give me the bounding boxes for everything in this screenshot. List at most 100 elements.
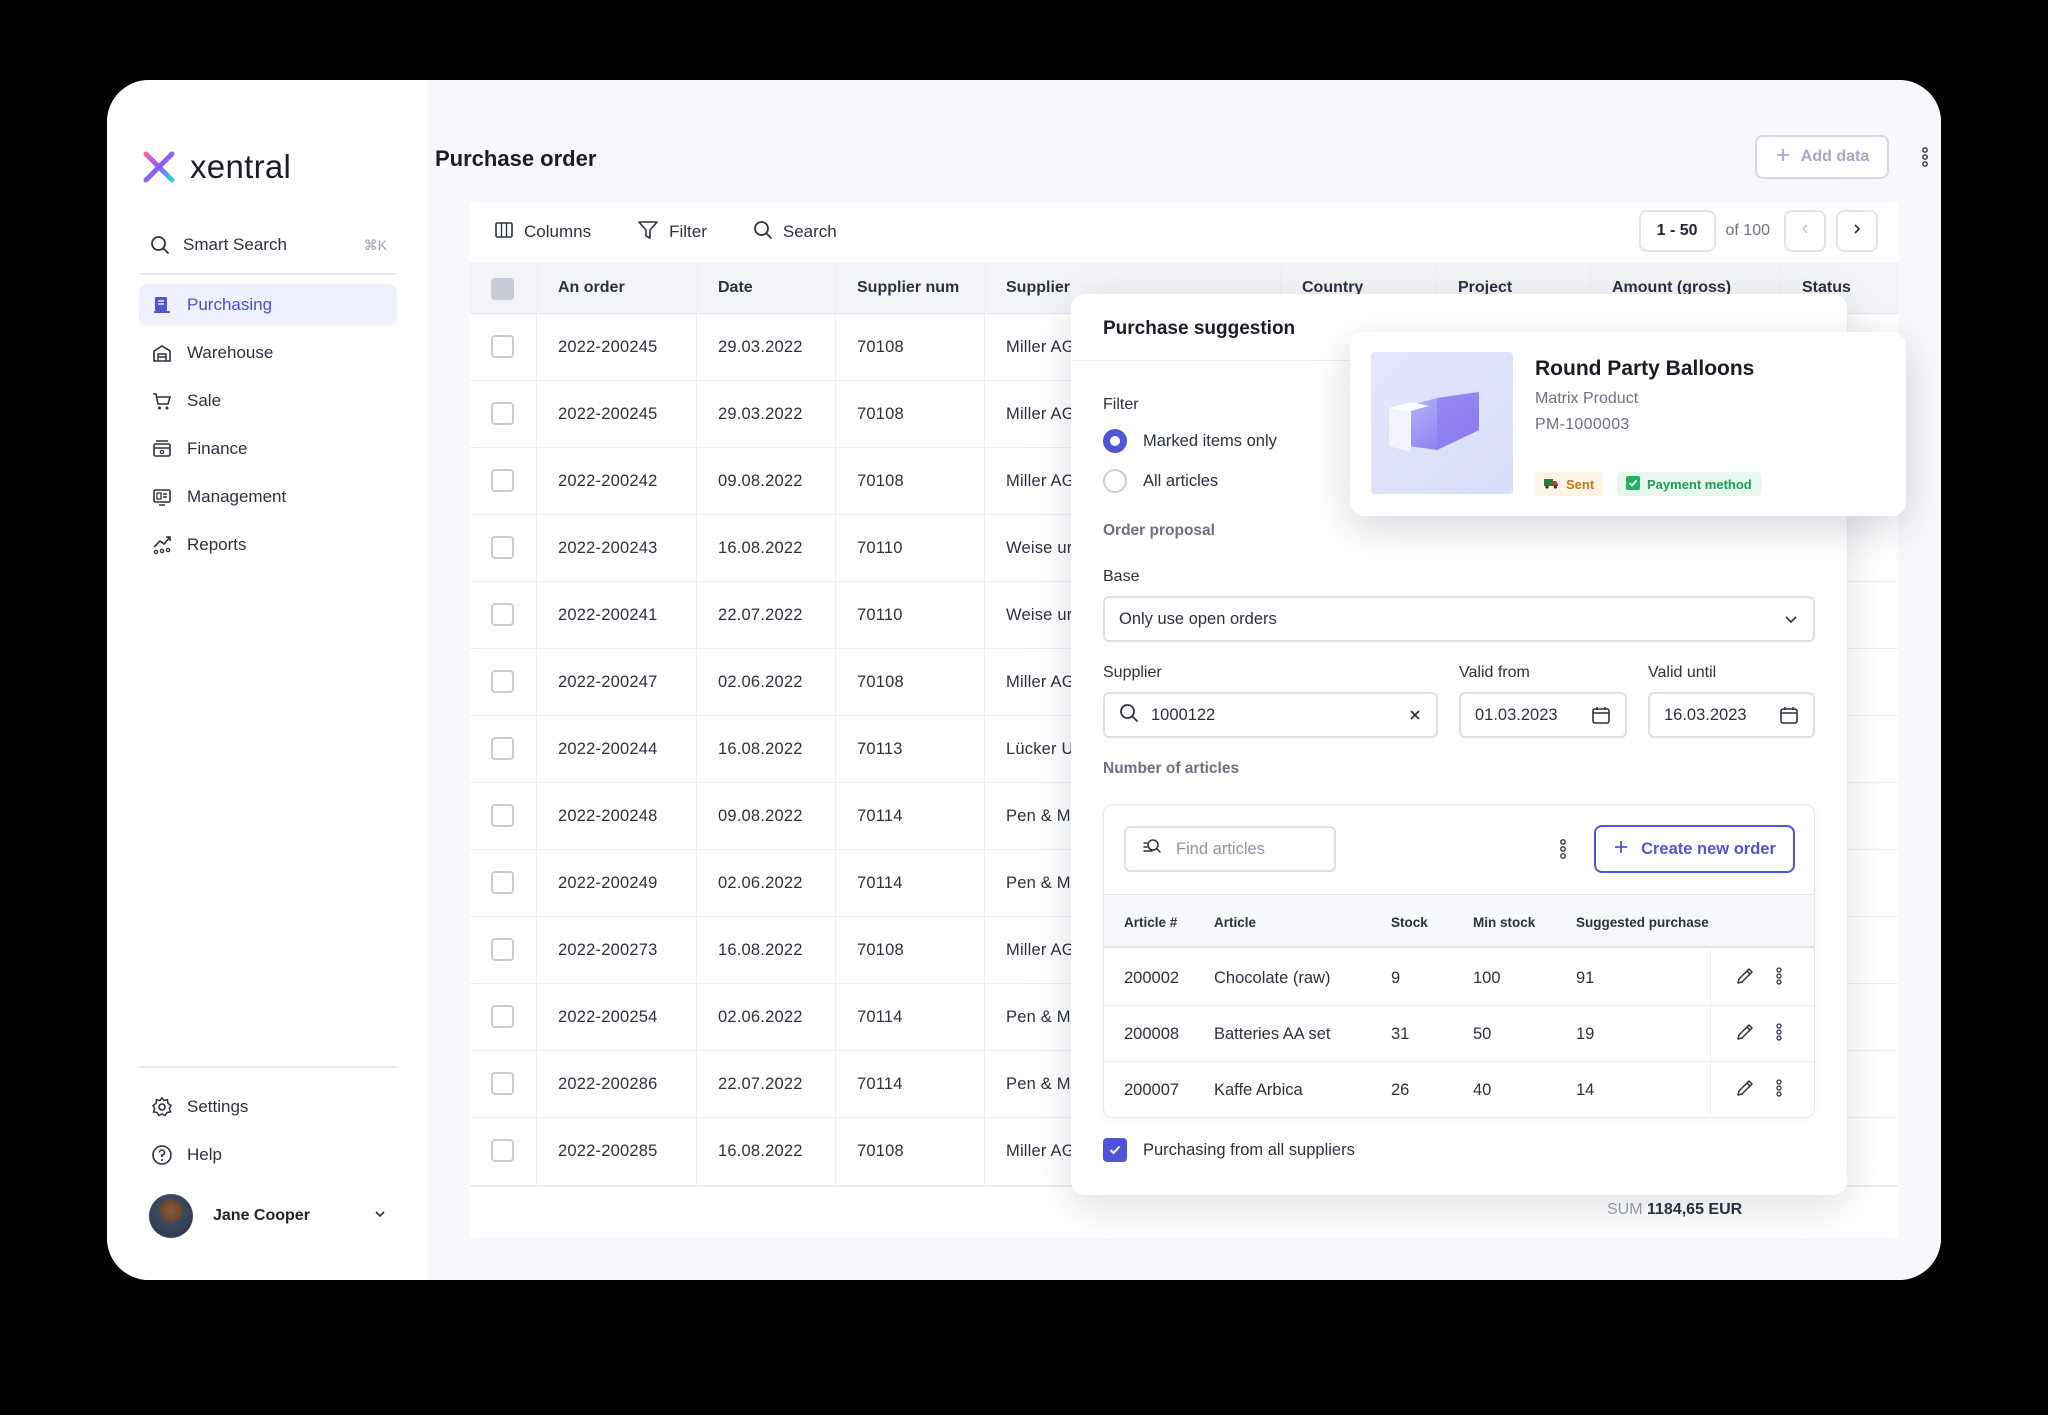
supplier-name: Pen & Mo <box>1006 874 1081 892</box>
article-name: Chocolate (raw) <box>1214 968 1331 987</box>
row-checkbox[interactable] <box>491 804 514 827</box>
calendar-icon[interactable] <box>1591 705 1611 725</box>
base-select[interactable]: Only use open orders <box>1103 596 1815 642</box>
sidebar-item-label: Reports <box>187 535 247 554</box>
sum-value: 1184,65 EUR <box>1647 1201 1743 1218</box>
status-badge-payment: Payment method <box>1617 472 1761 496</box>
prev-page-button[interactable] <box>1784 210 1826 252</box>
columns-button[interactable]: Columns <box>494 220 591 245</box>
base-label: Base <box>1103 568 1140 585</box>
article-row[interactable]: 200008 Batteries AA set 31 50 19 <box>1104 1006 1814 1062</box>
order-number: 2022-200245 <box>558 405 658 423</box>
filter-button[interactable]: Filter <box>637 219 707 246</box>
article-stock: 9 <box>1391 968 1401 987</box>
sidebar-item-help[interactable]: Help <box>139 1134 397 1176</box>
add-data-button[interactable]: Add data <box>1755 135 1889 179</box>
product-image <box>1371 352 1513 494</box>
more-options-icon[interactable] <box>1921 146 1929 173</box>
row-checkbox[interactable] <box>491 1005 514 1028</box>
supplier-name: Pen & Mo <box>1006 807 1081 825</box>
row-checkbox[interactable] <box>491 871 514 894</box>
supplier-number: 70110 <box>857 539 903 557</box>
create-new-order-button[interactable]: Create new order <box>1594 825 1795 873</box>
create-new-order-label: Create new order <box>1641 839 1776 858</box>
row-checkbox[interactable] <box>491 938 514 961</box>
article-min-stock: 40 <box>1473 1080 1492 1099</box>
product-card[interactable]: Round Party Balloons Matrix Product PM-1… <box>1350 332 1906 516</box>
column-header[interactable]: Supplier num <box>857 262 959 314</box>
smart-search[interactable]: Smart Search ⌘K <box>149 227 387 263</box>
search-icon <box>753 220 773 245</box>
sidebar-item-label: Management <box>187 487 287 506</box>
supplier-value: 1000122 <box>1151 705 1216 724</box>
more-options-icon[interactable] <box>1775 1022 1783 1047</box>
select-all-checkbox[interactable] <box>491 278 514 300</box>
row-checkbox[interactable] <box>491 402 514 425</box>
more-options-icon[interactable] <box>1775 1078 1783 1103</box>
article-row[interactable]: 200002 Chocolate (raw) 9 100 91 <box>1104 950 1814 1006</box>
more-options-icon[interactable] <box>1775 966 1783 991</box>
sidebar-item-management[interactable]: Management <box>139 476 397 518</box>
order-date: 29.03.2022 <box>718 338 803 356</box>
column-header[interactable]: An order <box>558 262 625 314</box>
supplier-search-input[interactable]: 1000122 <box>1103 692 1438 738</box>
column-header[interactable]: Supplier <box>1006 262 1070 314</box>
radio-all-articles[interactable]: All articles <box>1103 469 1218 493</box>
row-checkbox[interactable] <box>491 1139 514 1162</box>
row-checkbox[interactable] <box>491 469 514 492</box>
pencil-icon[interactable] <box>1735 1022 1755 1047</box>
column-header: Stock <box>1391 914 1428 930</box>
valid-until-label: Valid until <box>1648 664 1717 681</box>
order-proposal-heading: Order proposal <box>1103 522 1215 539</box>
order-number: 2022-200254 <box>558 1008 658 1026</box>
sidebar-item-sale[interactable]: Sale <box>139 380 397 422</box>
warehouse-icon <box>151 342 173 364</box>
find-articles-input[interactable]: Find articles <box>1124 826 1336 872</box>
pencil-icon[interactable] <box>1735 966 1755 991</box>
valid-until-date-input[interactable]: 16.03.2023 <box>1648 692 1815 738</box>
plus-icon <box>1613 839 1629 860</box>
page-range-select[interactable]: 1 - 50 <box>1638 210 1716 252</box>
article-number: 200007 <box>1124 1080 1180 1099</box>
articles-table-header: Article # Article Stock Min stock Sugges… <box>1104 894 1814 948</box>
clear-icon[interactable] <box>1408 708 1422 722</box>
search-label: Search <box>782 222 837 241</box>
sidebar-item-settings[interactable]: Settings <box>139 1086 397 1128</box>
column-header[interactable]: Date <box>718 262 753 314</box>
sidebar-item-reports[interactable]: Reports <box>139 524 397 566</box>
calendar-icon[interactable] <box>1779 705 1799 725</box>
radio-marked-items[interactable]: Marked items only <box>1103 429 1277 453</box>
number-of-articles-heading: Number of articles <box>1103 760 1240 777</box>
sidebar-item-finance[interactable]: Finance <box>139 428 397 470</box>
more-options-icon[interactable] <box>1559 838 1567 865</box>
row-actions <box>1710 950 1816 1006</box>
search-icon <box>149 234 171 256</box>
filter-label: Filter <box>1103 396 1139 413</box>
pencil-icon[interactable] <box>1735 1078 1755 1103</box>
chevron-left-icon <box>1799 222 1811 240</box>
radio-unselected <box>1103 469 1127 493</box>
sidebar-item-purchasing[interactable]: Purchasing <box>139 284 397 326</box>
row-checkbox[interactable] <box>491 1072 514 1095</box>
search-button[interactable]: Search <box>753 220 837 245</box>
truck-icon <box>1544 477 1559 492</box>
order-number: 2022-200247 <box>558 673 658 691</box>
cart-icon <box>151 390 173 412</box>
supplier-name: Weise ur <box>1006 606 1073 624</box>
valid-from-date-input[interactable]: 01.03.2023 <box>1459 692 1627 738</box>
row-checkbox[interactable] <box>491 335 514 358</box>
row-checkbox[interactable] <box>491 603 514 626</box>
smart-search-label: Smart Search <box>183 235 287 254</box>
finance-icon <box>151 438 173 460</box>
all-suppliers-checkbox[interactable]: Purchasing from all suppliers <box>1103 1138 1355 1162</box>
radio-label: Marked items only <box>1143 431 1277 450</box>
shortcut-hint: ⌘K <box>363 236 387 253</box>
article-row[interactable]: 200007 Kaffe Arbica 26 40 14 <box>1104 1062 1814 1118</box>
row-checkbox[interactable] <box>491 737 514 760</box>
user-menu[interactable]: Jane Cooper <box>149 1193 387 1239</box>
row-checkbox[interactable] <box>491 536 514 559</box>
sidebar-item-warehouse[interactable]: Warehouse <box>139 332 397 374</box>
row-checkbox[interactable] <box>491 670 514 693</box>
next-page-button[interactable] <box>1836 210 1878 252</box>
valid-from-label: Valid from <box>1459 664 1530 681</box>
